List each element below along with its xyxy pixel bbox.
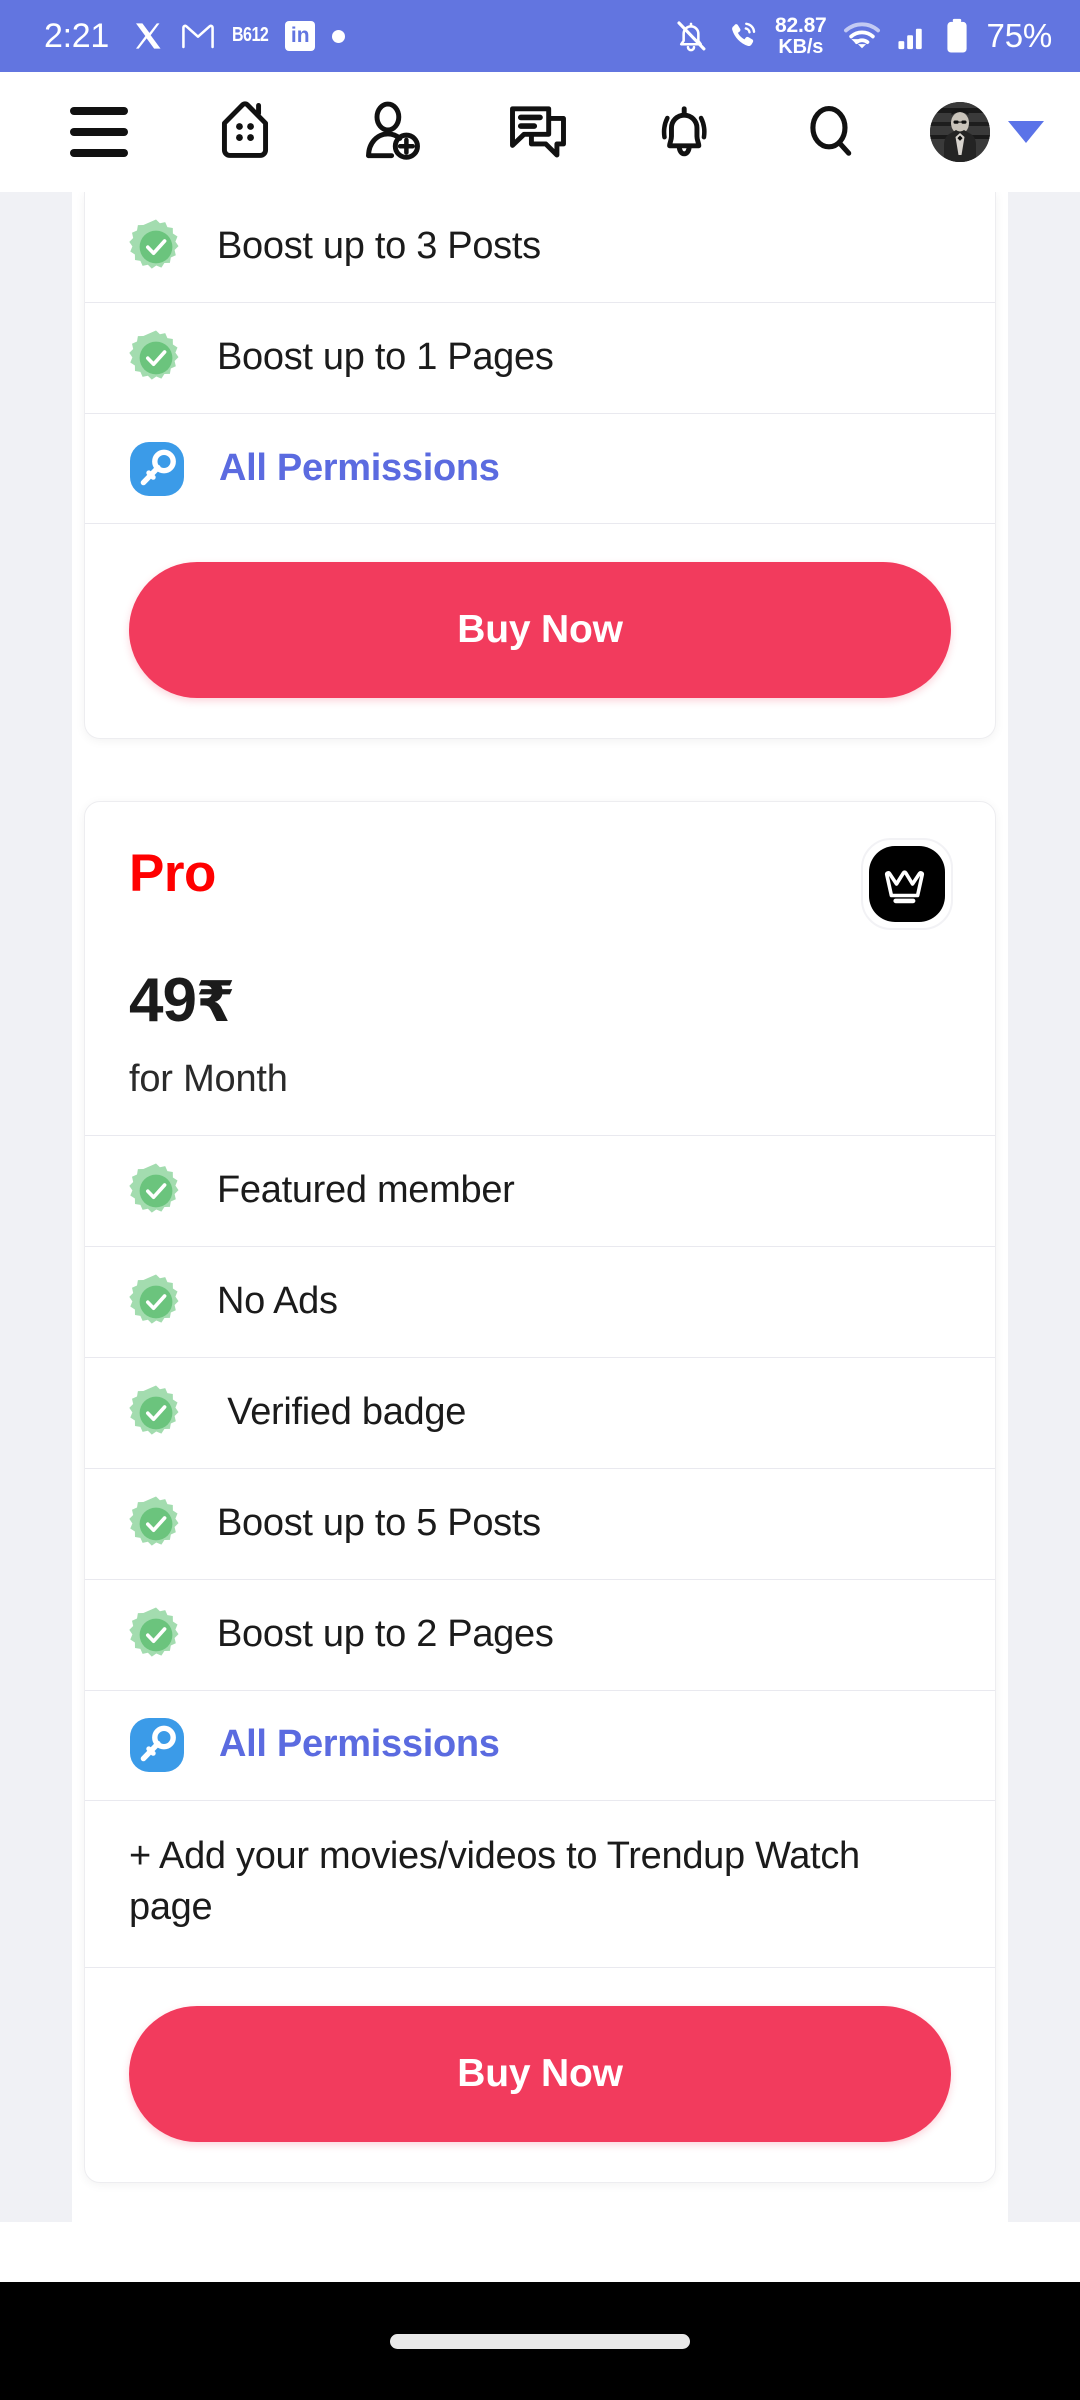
bell-off-icon: [673, 18, 709, 54]
plan-cta-row: Buy Now: [85, 1968, 995, 2182]
status-bar-right: 82.87 KB/s 75%: [673, 15, 1052, 57]
call-icon: [725, 19, 759, 53]
gmail-icon: [181, 22, 215, 50]
linkedin-label: in: [285, 21, 316, 51]
plan-permissions-row[interactable]: All Permissions: [85, 414, 995, 524]
plan-title: Pro: [129, 844, 216, 903]
crown-icon: [869, 846, 945, 922]
plan-feature-row: Boost up to 1 Pages: [85, 303, 995, 414]
search-button[interactable]: [784, 85, 878, 179]
plan-note-row: + Add your movies/videos to Trendup Watc…: [85, 1801, 995, 1969]
plan-cta-row: Buy Now: [85, 524, 995, 738]
plan-note: + Add your movies/videos to Trendup Watc…: [129, 1834, 860, 1928]
plan-card-pro: Pro 49 ₹ for Month Featured member No Ad…: [84, 801, 996, 2184]
network-speed-indicator: 82.87 KB/s: [775, 15, 827, 57]
plan-feature-row: Verified badge: [85, 1358, 995, 1469]
linkedin-icon: in: [285, 21, 316, 51]
card-gap: [80, 739, 1000, 801]
content-bottom-gap: [80, 2183, 1000, 2282]
home-button[interactable]: [198, 85, 292, 179]
plan-feature-row: Boost up to 3 Posts: [85, 192, 995, 303]
network-speed-value: 82.87: [774, 14, 827, 38]
home-indicator-pill[interactable]: [390, 2333, 690, 2349]
plan-badge: [861, 838, 953, 930]
search-icon: [794, 94, 868, 171]
signal-icon: [897, 21, 929, 51]
plan-feature-label: Verified badge: [217, 1390, 467, 1433]
phone-screen: 2:21 B612 in 82.87 KB/s 75% Boost up to …: [0, 0, 1080, 2400]
x-app-icon: [132, 20, 164, 52]
plan-price-amount: 49: [129, 965, 197, 1035]
b612-label: B612: [231, 24, 269, 46]
battery-percent-label: 75%: [986, 16, 1053, 54]
verified-check-icon: [129, 329, 183, 387]
buy-now-button[interactable]: Buy Now: [129, 2006, 951, 2143]
home-icon: [208, 94, 282, 171]
hamburger-menu-icon: [70, 107, 128, 157]
avatar: [929, 102, 990, 162]
plan-feature-label: Featured member: [217, 1168, 515, 1211]
notifications-bell-icon: [647, 94, 721, 171]
verified-check-icon: [129, 218, 183, 276]
plan-feature-label: Boost up to 1 Pages: [217, 336, 554, 379]
status-bar-clock: 2:21: [44, 17, 109, 55]
messages-icon: [501, 94, 575, 171]
verified-check-icon: [129, 1606, 183, 1664]
wifi-icon: [843, 21, 881, 51]
plan-card-basic: Boost up to 3 Posts Boost up to 1 Pages: [84, 192, 996, 739]
buy-now-button[interactable]: Buy Now: [129, 562, 951, 698]
plans-scroll-area[interactable]: Boost up to 3 Posts Boost up to 1 Pages: [0, 192, 1080, 2282]
battery-icon: [945, 18, 969, 54]
b612-icon: B612: [231, 24, 269, 46]
plan-feature-label: No Ads: [217, 1279, 338, 1322]
verified-check-icon: [129, 1495, 183, 1553]
app-header: [0, 72, 1080, 192]
plan-feature-row: No Ads: [85, 1247, 995, 1358]
verified-check-icon: [129, 1273, 183, 1331]
profile-menu-button[interactable]: [929, 85, 1044, 179]
plan-feature-row: Boost up to 2 Pages: [85, 1580, 995, 1691]
chevron-down-icon: [1007, 121, 1044, 143]
plan-feature-label: All Permissions: [219, 1723, 500, 1766]
status-bar-left: 2:21 B612 in: [44, 17, 346, 55]
plan-feature-row: Featured member: [85, 1136, 995, 1247]
plan-price: 49 ₹: [129, 965, 951, 1035]
plan-feature-label: Boost up to 3 Posts: [217, 225, 541, 268]
plan-price-period: for Month: [129, 1057, 288, 1100]
verified-check-icon: [129, 1384, 183, 1442]
status-bar: 2:21 B612 in 82.87 KB/s 75%: [0, 0, 1080, 72]
verified-check-icon: [129, 1162, 183, 1220]
plan-permissions-row[interactable]: All Permissions: [85, 1691, 995, 1801]
plan-price-currency: ₹: [195, 969, 235, 1033]
plan-feature-label: Boost up to 5 Posts: [217, 1501, 541, 1544]
add-friend-icon: [355, 94, 429, 171]
notification-dot-icon: [332, 29, 346, 43]
plans-content-column: Boost up to 3 Posts Boost up to 1 Pages: [72, 192, 1008, 2282]
plan-feature-label: All Permissions: [219, 446, 500, 489]
plan-header: Pro 49 ₹ for Month: [85, 802, 995, 1136]
hamburger-menu-button[interactable]: [52, 85, 146, 179]
key-icon: [129, 1717, 185, 1773]
key-icon: [129, 441, 185, 497]
system-nav-bar: [0, 2282, 1080, 2400]
plan-feature-label: Boost up to 2 Pages: [217, 1612, 554, 1655]
plan-feature-row: Boost up to 5 Posts: [85, 1469, 995, 1580]
messages-button[interactable]: [491, 85, 585, 179]
notifications-button[interactable]: [637, 85, 731, 179]
network-speed-unit: KB/s: [778, 35, 824, 58]
add-friend-button[interactable]: [345, 85, 439, 179]
